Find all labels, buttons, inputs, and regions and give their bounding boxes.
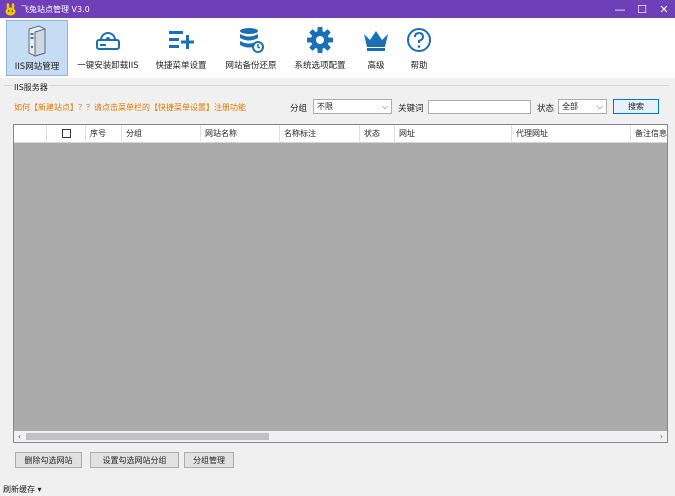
status-filter-label: 状态 bbox=[537, 104, 555, 114]
title-bar: 飞兔站点管理 V3.0 — ☐ ✕ bbox=[0, 0, 675, 18]
keyword-label: 关键词 bbox=[398, 104, 424, 114]
toolbar-advanced[interactable]: 高级 bbox=[358, 20, 394, 76]
site-table: 序号 分组 网站名称 名称标注 状态 网址 代理网址 备注信息 ‹ › bbox=[13, 124, 668, 443]
horizontal-scrollbar[interactable]: ‹ › bbox=[14, 431, 667, 442]
toolbar-system-options[interactable]: 系统选项配置 bbox=[289, 20, 351, 76]
crown-icon bbox=[362, 23, 390, 57]
group-filter-value: 不限 bbox=[317, 102, 333, 111]
keyword-input[interactable] bbox=[428, 100, 531, 114]
hard-drive-icon bbox=[94, 23, 122, 57]
server-icon bbox=[24, 24, 50, 58]
chevron-down-icon: ⌵ bbox=[381, 102, 388, 111]
toolbar-label: 系统选项配置 bbox=[294, 61, 346, 71]
refresh-cache-menu[interactable]: 刷新缓存 ▾ bbox=[3, 484, 42, 496]
toolbar-iis-manage[interactable]: IIS网站管理 bbox=[6, 20, 68, 76]
toolbar-label: 高级 bbox=[367, 61, 385, 71]
help-icon bbox=[406, 23, 432, 57]
column-header-index[interactable]: 序号 bbox=[86, 125, 122, 143]
new-site-hint: 如何【新建站点】？？请点击菜单栏的【快捷菜单设置】注册功能 bbox=[14, 103, 246, 112]
chevron-down-icon: ⌵ bbox=[596, 102, 603, 111]
gear-icon bbox=[306, 23, 334, 57]
group-manage-button[interactable]: 分组管理 bbox=[184, 452, 234, 468]
maximize-button[interactable]: ☐ bbox=[631, 0, 653, 18]
toolbar-backup[interactable]: 网站备份还原 bbox=[220, 20, 282, 76]
section-label: IIS服务器 bbox=[12, 82, 50, 93]
column-header-site-name[interactable]: 网站名称 bbox=[201, 125, 280, 143]
group-divider bbox=[4, 85, 669, 86]
select-all-checkbox[interactable] bbox=[62, 129, 71, 138]
menu-add-icon bbox=[167, 23, 195, 57]
column-header-group[interactable]: 分组 bbox=[122, 125, 201, 143]
close-button[interactable]: ✕ bbox=[653, 0, 675, 18]
toolbar-shortcut-menu[interactable]: 快捷菜单设置 bbox=[150, 20, 212, 76]
column-header-proxy-url[interactable]: 代理网址 bbox=[512, 125, 631, 143]
rabbit-logo-icon bbox=[3, 2, 17, 16]
group-filter-select[interactable]: 不限 ⌵ bbox=[313, 99, 392, 114]
toolbar-label: 一键安装卸载IIS bbox=[77, 61, 139, 71]
set-group-button[interactable]: 设置勾选网站分组 bbox=[90, 452, 179, 468]
column-header-name-note[interactable]: 名称标注 bbox=[280, 125, 360, 143]
database-icon bbox=[237, 23, 265, 57]
status-filter-value: 全部 bbox=[562, 102, 578, 111]
scroll-left-icon[interactable]: ‹ bbox=[14, 431, 25, 442]
toolbar-install-iis[interactable]: 一键安装卸载IIS bbox=[74, 20, 142, 76]
status-bar: 刷新缓存 ▾ bbox=[0, 484, 675, 496]
column-header-remarks[interactable]: 备注信息 bbox=[631, 125, 667, 143]
table-header: 序号 分组 网站名称 名称标注 状态 网址 代理网址 备注信息 bbox=[14, 125, 667, 143]
status-filter-select[interactable]: 全部 ⌵ bbox=[558, 99, 607, 114]
window-title: 飞兔站点管理 V3.0 bbox=[21, 4, 90, 14]
scrollbar-thumb[interactable] bbox=[26, 433, 269, 440]
minimize-button[interactable]: — bbox=[609, 0, 631, 18]
column-header-url[interactable]: 网址 bbox=[395, 125, 512, 143]
column-header-select[interactable] bbox=[47, 125, 86, 143]
toolbar-label: 网站备份还原 bbox=[225, 61, 277, 71]
search-button[interactable]: 搜索 bbox=[613, 99, 659, 114]
toolbar-label: 帮助 bbox=[410, 61, 428, 71]
column-header-status[interactable]: 状态 bbox=[360, 125, 395, 143]
delete-selected-button[interactable]: 删除勾选网站 bbox=[15, 452, 82, 468]
column-header-blank bbox=[14, 125, 47, 143]
scroll-right-icon[interactable]: › bbox=[656, 431, 667, 442]
toolbar-help[interactable]: 帮助 bbox=[401, 20, 437, 76]
main-toolbar: IIS网站管理 一键安装卸载IIS 快捷菜单设置 网站备份还原 系统选项配置 高… bbox=[0, 18, 675, 78]
group-filter-label: 分组 bbox=[290, 104, 308, 114]
toolbar-label: 快捷菜单设置 bbox=[155, 61, 207, 71]
toolbar-label: IIS网站管理 bbox=[14, 62, 60, 72]
